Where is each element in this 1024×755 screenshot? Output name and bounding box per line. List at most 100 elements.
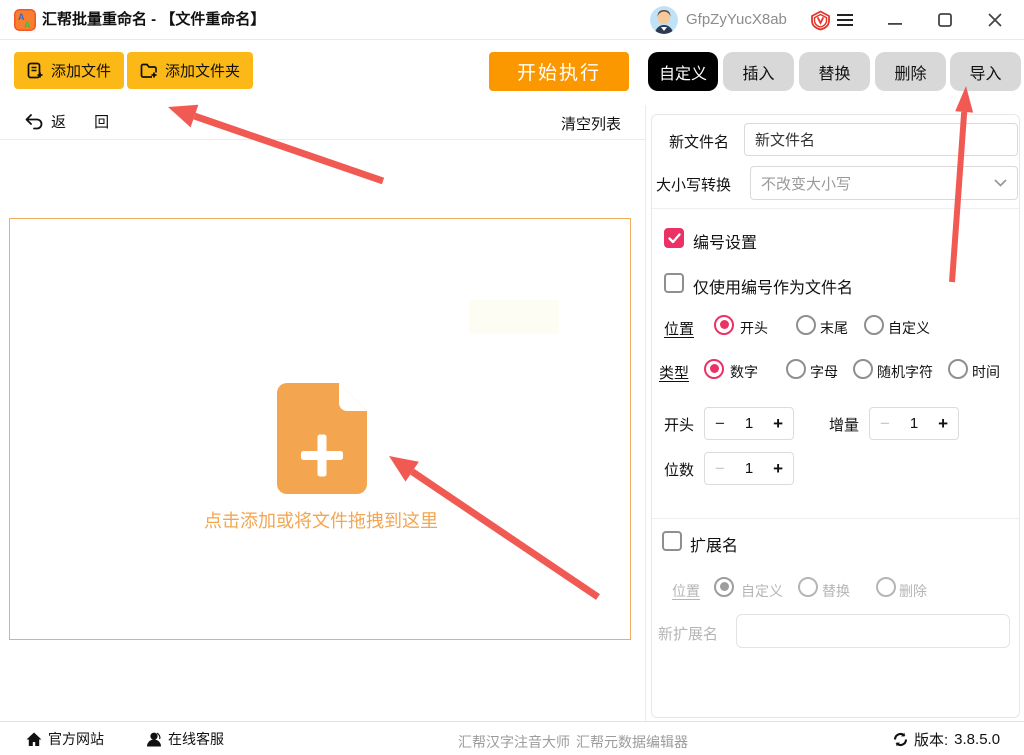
tab-custom[interactable]: 自定义 (648, 52, 718, 91)
digits-stepper: − 1 + (704, 452, 794, 485)
type-option-random: 随机字符 (877, 364, 933, 380)
check-icon (667, 232, 681, 243)
position-label: 位置 (664, 321, 695, 338)
add-file-label: 添加文件 (51, 63, 112, 80)
drop-zone-hint: 点击添加或将文件拖拽到这里 (204, 511, 438, 531)
add-file-button[interactable]: 添加文件 (14, 52, 125, 89)
type-radio-letter[interactable] (786, 359, 806, 379)
type-option-time: 时间 (972, 364, 1000, 380)
clear-list-button[interactable]: 清空列表 (561, 113, 621, 134)
close-button[interactable] (978, 0, 1012, 40)
ext-position-option-delete: 删除 (899, 583, 927, 599)
user-avatar[interactable] (650, 6, 678, 34)
menu-button[interactable] (828, 0, 862, 40)
maximize-button[interactable] (928, 0, 962, 40)
add-folder-button[interactable]: 添加文件夹 (127, 52, 254, 89)
home-icon (26, 732, 42, 746)
position-radio-custom[interactable] (864, 315, 884, 335)
numbering-checkbox[interactable] (664, 228, 684, 248)
only-number-label: 仅使用编号作为文件名 (693, 280, 854, 297)
extension-label: 扩展名 (690, 538, 739, 555)
ghost-highlight (469, 300, 559, 334)
type-option-letter: 字母 (810, 364, 838, 380)
minimize-button[interactable] (878, 0, 912, 40)
position-radio-start[interactable] (714, 315, 734, 335)
divider (652, 518, 1019, 519)
file-add-icon (27, 62, 43, 79)
start-execute-button[interactable]: 开始执行 (489, 52, 629, 91)
hamburger-icon (837, 14, 853, 26)
official-site-link[interactable]: 官方网站 (26, 729, 104, 749)
back-button[interactable]: 返 回 (24, 111, 121, 132)
increment-stepper: − 1 + (869, 407, 959, 440)
increment-label: 增量 (829, 417, 860, 434)
svg-text:A: A (24, 20, 31, 30)
back-arrow-icon (25, 113, 43, 129)
new-filename-input[interactable] (744, 123, 1018, 156)
only-number-checkbox[interactable] (664, 273, 684, 293)
tab-replace[interactable]: 替换 (799, 52, 870, 91)
case-convert-label: 大小写转换 (656, 177, 732, 194)
divider (652, 208, 1019, 209)
start-number-label: 开头 (664, 417, 695, 434)
type-option-number: 数字 (730, 364, 758, 380)
window-title: 汇帮批量重命名 - 【文件重命名】 (42, 11, 266, 28)
ext-position-option-replace: 替换 (822, 583, 850, 599)
online-support-label: 在线客服 (168, 731, 224, 747)
case-convert-select[interactable]: 不改变大小写 (750, 166, 1018, 200)
type-radio-number[interactable] (704, 359, 724, 379)
new-extension-label: 新扩展名 (658, 626, 719, 643)
ext-position-label: 位置 (672, 583, 700, 599)
minus-button[interactable]: − (715, 415, 725, 432)
refresh-icon[interactable] (893, 732, 908, 747)
plus-button[interactable]: + (773, 460, 783, 477)
back-label: 返 回 (51, 114, 122, 131)
folder-add-icon (140, 63, 157, 78)
position-radio-end[interactable] (796, 315, 816, 335)
file-drop-zone[interactable]: 点击添加或将文件拖拽到这里 (9, 218, 631, 640)
online-support-link[interactable]: 在线客服 (146, 729, 224, 749)
plus-button[interactable]: + (773, 415, 783, 432)
divider (645, 105, 646, 721)
username-text[interactable]: GfpZyYucX8ab (686, 0, 787, 40)
maximize-icon (938, 13, 952, 27)
minus-button[interactable]: − (715, 460, 725, 477)
numbering-label: 编号设置 (693, 235, 758, 252)
metadata-editor-link[interactable]: 汇帮元数据编辑器 (576, 732, 688, 752)
ext-position-radio-delete[interactable] (876, 577, 896, 597)
position-option-custom: 自定义 (888, 320, 930, 336)
tab-import[interactable]: 导入 (950, 52, 1021, 91)
add-file-document-icon[interactable] (277, 383, 367, 494)
minimize-icon (888, 23, 902, 25)
chevron-down-icon (994, 179, 1007, 187)
type-radio-time[interactable] (948, 359, 968, 379)
digits-label: 位数 (664, 462, 695, 479)
minus-button[interactable]: − (880, 415, 890, 432)
version-number: 3.8.5.0 (954, 731, 1001, 748)
version-label: 版本: (914, 732, 949, 749)
title-bar: A A 汇帮批量重命名 - 【文件重命名】 GfpZyYucX8ab (0, 0, 1024, 40)
add-folder-label: 添加文件夹 (165, 63, 241, 80)
new-extension-input[interactable] (736, 614, 1010, 648)
plus-button[interactable]: + (938, 415, 948, 432)
start-number-stepper: − 1 + (704, 407, 794, 440)
divider (0, 139, 645, 140)
tab-delete[interactable]: 删除 (875, 52, 946, 91)
pinyin-master-link[interactable]: 汇帮汉字注音大师 (458, 732, 570, 752)
increment-value: 1 (909, 415, 919, 432)
list-header: 返 回 清空列表 (0, 105, 645, 139)
ext-position-option-custom: 自定义 (741, 583, 783, 599)
ext-position-radio-custom[interactable] (714, 577, 734, 597)
type-label: 类型 (659, 365, 690, 382)
new-filename-label: 新文件名 (669, 134, 730, 151)
support-person-icon (147, 732, 161, 746)
position-option-end: 末尾 (820, 320, 848, 336)
app-window: A A 汇帮批量重命名 - 【文件重命名】 GfpZyYucX8ab 添加文件 … (0, 0, 1024, 755)
ext-position-radio-replace[interactable] (798, 577, 818, 597)
case-convert-value: 不改变大小写 (761, 175, 852, 193)
custom-rename-panel: 新文件名 大小写转换 不改变大小写 编号设置 仅使用编号作为文件名 位置 开头 … (651, 114, 1020, 718)
type-radio-random[interactable] (853, 359, 873, 379)
extension-checkbox[interactable] (662, 531, 682, 551)
start-number-value: 1 (744, 415, 754, 432)
tab-insert[interactable]: 插入 (723, 52, 794, 91)
